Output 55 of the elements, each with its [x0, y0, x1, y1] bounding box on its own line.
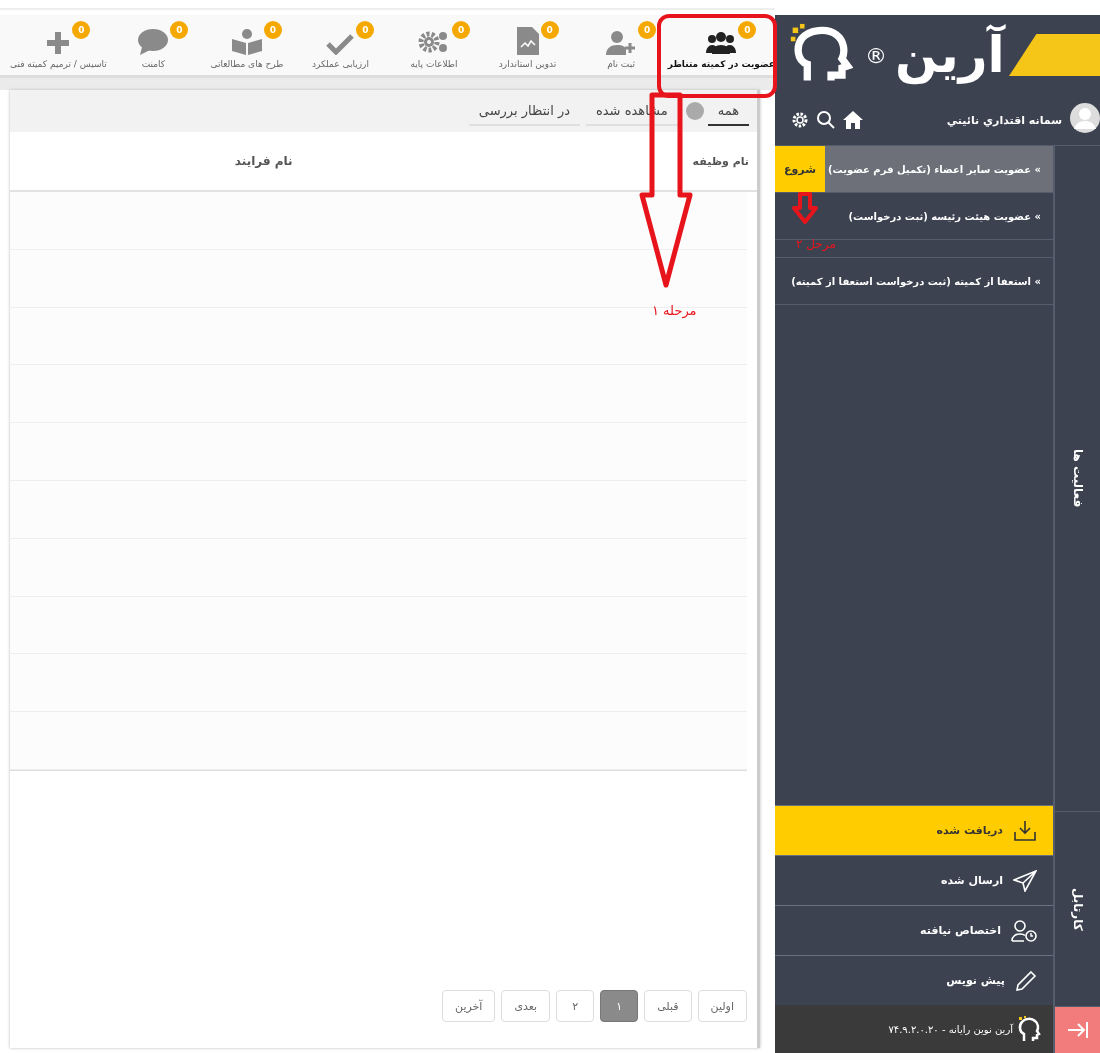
start-button[interactable]: شروع: [775, 146, 825, 192]
process-label: » عضویت سایر اعضاء (تکمیل فرم عضویت): [827, 163, 1041, 175]
download-tray-icon: [1013, 819, 1037, 842]
home-icon[interactable]: [843, 111, 863, 129]
user-plus-icon: [606, 31, 637, 55]
count-badge: 0: [738, 21, 757, 39]
pencil-icon: [1015, 969, 1037, 992]
registered-mark: ®: [864, 42, 887, 68]
page-button[interactable]: ۲: [556, 990, 595, 1022]
people-icon: [706, 31, 737, 55]
count-badge: 0: [452, 21, 470, 39]
process-label: » عضویت هیئت رئیسه (ثبت درخواست): [847, 210, 1041, 222]
annotation-arrow: [792, 192, 818, 224]
paper-plane-icon: [1013, 869, 1037, 892]
rail-label[interactable]: کارتابل: [1070, 887, 1085, 931]
rail-label[interactable]: فعالیت ها: [1070, 449, 1085, 508]
gears-icon: [418, 29, 450, 55]
speech-bubble-icon: [138, 29, 169, 55]
inbox-item[interactable]: دریافت شده: [775, 805, 1053, 855]
count-badge: 0: [263, 21, 282, 39]
count-badge: 0: [540, 21, 559, 39]
process-item[interactable]: » عضویت سایر اعضاء (تکمیل فرم عضویت) شروع: [775, 146, 1053, 193]
plus-icon: [46, 31, 71, 55]
book-reader-icon: [231, 29, 262, 55]
document-icon: [516, 27, 539, 55]
user-clock-icon: [1011, 919, 1037, 942]
page-button[interactable]: اولین: [697, 990, 747, 1022]
check-icon: [326, 33, 355, 55]
logo-text: آرین: [894, 26, 1005, 84]
version-text: آرین نوین رایانه - ۷۴.۹.۲.۰.۲۰: [888, 1023, 1013, 1035]
tab-indicator: [685, 102, 704, 120]
process-item[interactable]: » عضویت هیئت رئیسه (ثبت درخواست): [775, 193, 1053, 240]
count-badge: 0: [638, 21, 657, 39]
column-header: نام وظیفه: [692, 154, 749, 168]
page-button[interactable]: قبلی: [644, 990, 692, 1022]
annotation-text: مرحله ۱: [652, 303, 697, 318]
page-button[interactable]: بعدی: [501, 990, 551, 1022]
search-icon[interactable]: [817, 111, 835, 129]
head-logo-icon: [1017, 1016, 1041, 1042]
annotation-text: مرحل ۲: [796, 237, 836, 252]
count-badge: 0: [170, 21, 189, 39]
settings-icon[interactable]: [791, 111, 809, 129]
tab[interactable]: در انتظار بررسی: [468, 96, 580, 126]
user-name: سمانه اقتداري نائيني: [946, 113, 1062, 127]
count-badge: 0: [72, 21, 91, 39]
column-header: نام فرایند: [234, 154, 293, 168]
exit-button[interactable]: [1055, 1007, 1100, 1053]
process-item[interactable]: » استعفا از کمیته (ثبت درخواست استعفا از کمیته): [775, 257, 1053, 305]
inbox-item[interactable]: ارسال شده: [775, 855, 1053, 905]
process-label: » استعفا از کمیته (ثبت درخواست استعفا از کمیته): [790, 275, 1041, 287]
count-badge: 0: [356, 21, 375, 39]
inbox-item[interactable]: اختصاص نیافته: [775, 905, 1053, 955]
exit-icon: [1065, 1020, 1090, 1040]
tab[interactable]: همه: [707, 96, 749, 126]
page-button[interactable]: آخرین: [442, 990, 496, 1022]
